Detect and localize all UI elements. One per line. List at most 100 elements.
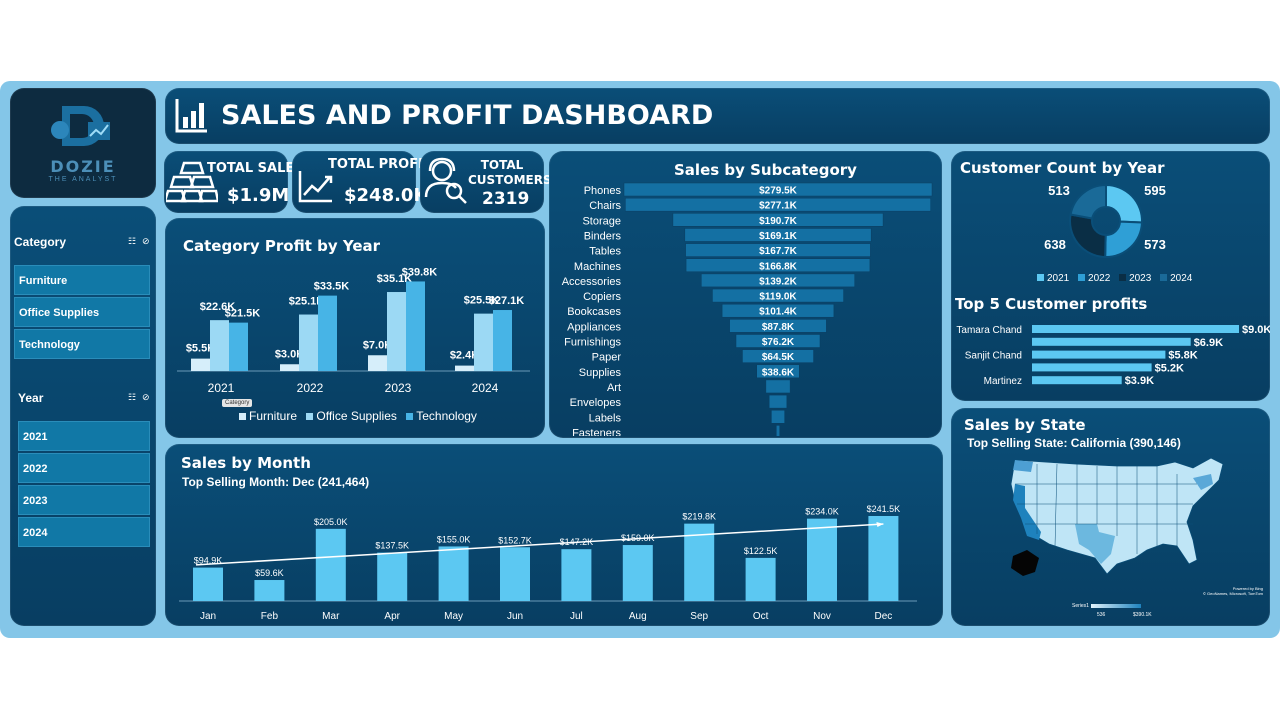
subcategory-label-chairs: Chairs (589, 200, 621, 212)
header-panel: SALES AND PROFIT DASHBOARD (165, 88, 1270, 144)
customer-name: Tamara Chand (956, 325, 1022, 336)
trend-chart-icon (298, 171, 333, 203)
bar-office-supplies-2023 (387, 292, 406, 371)
data-label: $39.8K (402, 266, 438, 278)
bar-may (438, 546, 469, 601)
kpi-profit-label: TOTAL PROFIT (328, 157, 432, 172)
legend-2024: 2024 (1170, 273, 1193, 284)
customer-search-icon (424, 157, 467, 204)
bar-technology-2023 (406, 281, 425, 371)
subcategory-title: Sales by Subcategory (674, 161, 857, 179)
logo-icon (51, 106, 110, 146)
legend-2022: 2022 (1088, 273, 1111, 284)
slicer-item-2023[interactable]: 2023 (18, 485, 150, 515)
map-legend-series: Series1 (1072, 603, 1089, 609)
subcategory-label-binders: Binders (584, 230, 622, 242)
map-attribution: Powered by Bing © GeoNames, Microsoft, T… (1203, 586, 1263, 596)
subcategory-label-storage: Storage (582, 215, 621, 227)
bar-feb (254, 580, 285, 601)
tick-label-apr: Apr (384, 611, 400, 622)
data-label: $137.5K (375, 541, 409, 551)
tick-label-mar: Mar (322, 611, 340, 622)
data-label-2021: 595 (1144, 183, 1166, 198)
multi-select-icon[interactable]: ☷ (128, 236, 136, 247)
bar-oct (745, 557, 776, 601)
bar-customer-3 (1032, 350, 1166, 359)
data-label: $87.8K (762, 322, 795, 333)
tick-label-oct: Oct (753, 611, 769, 622)
tick-label-jul: Jul (570, 611, 583, 622)
bar-furniture-2023 (368, 355, 387, 371)
trendline (195, 523, 884, 566)
kpi-sales-value: $1.9M (227, 185, 290, 206)
subcategory-label-bookcases: Bookcases (567, 306, 621, 318)
data-label: $155.0K (437, 534, 471, 544)
sales-by-month-panel: Sales by Month Top Selling Month: Dec (2… (165, 444, 943, 626)
data-label: $59.6K (255, 568, 284, 578)
slicer-item-2022[interactable]: 2022 (18, 453, 150, 483)
data-label: $3.9K (1125, 375, 1154, 387)
top-customers-title: Top 5 Customer profits (955, 295, 1148, 313)
tick-label-jan: Jan (200, 611, 216, 622)
data-label: $205.0K (314, 517, 348, 527)
clear-filter-icon[interactable]: ⊘ (142, 392, 150, 403)
data-label: $64.5K (762, 352, 795, 363)
legend-technology: Technology (416, 409, 477, 423)
bar-customer-1 (1032, 325, 1239, 333)
data-label: $76.2K (762, 337, 795, 348)
subcategory-label-copiers: Copiers (583, 291, 621, 303)
bar-jun (500, 547, 530, 601)
customer-count-title: Customer Count by Year (960, 159, 1165, 177)
tick-label-2024: 2024 (472, 381, 499, 395)
subcategory-chart: Phones $279.5K Chairs $277.1K Storage $190.7K… (562, 182, 933, 436)
bar-fasteners (776, 425, 780, 436)
data-label: $279.5K (759, 186, 798, 197)
subcategory-label-machines: Machines (574, 261, 622, 273)
slice-2023 (1069, 213, 1107, 259)
bar-aug (622, 545, 653, 601)
data-label: $166.8K (759, 261, 798, 272)
top-customers-chart: $9.0K Tamara Chand $6.9K$5.8K Sanjit Chand $… (956, 324, 1270, 387)
subcategory-label-appliances: Appliances (567, 321, 621, 333)
data-label: $101.4K (759, 307, 798, 318)
slicer-item-technology[interactable]: Technology (14, 329, 150, 359)
bar-furniture-2024 (455, 365, 474, 371)
data-label: $21.5K (225, 308, 261, 320)
subcategory-label-paper: Paper (592, 352, 622, 364)
bar-furniture-2022 (280, 364, 299, 371)
us-map (1010, 457, 1224, 576)
logo-tagline: THE ANALYST (48, 176, 118, 183)
subcategory-label-fasteners: Fasteners (572, 427, 621, 436)
legend-office-supplies: Office Supplies (316, 409, 397, 423)
bar-nov (807, 518, 837, 601)
slicer-item-2021[interactable]: 2021 (18, 421, 150, 451)
clear-filter-icon[interactable]: ⊘ (142, 236, 150, 247)
category-profit-legend: Furniture Office Supplies Technology (233, 409, 477, 423)
map-washington (1013, 460, 1033, 472)
data-label: $219.8K (682, 512, 716, 522)
sales-by-state-title: Sales by State (964, 416, 1086, 434)
tick-label-may: May (444, 611, 463, 622)
sales-by-month-chart: $94.9KJan$59.6KFeb$205.0KMar$137.5KApr$1… (179, 504, 917, 622)
tick-label-sep: Sep (690, 611, 708, 622)
kpi-total-profit: TOTAL PROFIT $248.0K (292, 151, 432, 213)
customer-count-legend: 2021 2022 2023 2024 (1031, 273, 1192, 284)
data-label: $6.9K (1194, 337, 1223, 349)
subcategory-label-labels: Labels (589, 412, 622, 424)
category-filter-chip[interactable]: Category (222, 399, 253, 407)
legend-2021: 2021 (1047, 273, 1070, 284)
data-label: $38.6K (762, 367, 795, 378)
legend-furniture: Furniture (249, 409, 298, 423)
data-label: $27.1K (489, 295, 525, 307)
tick-label-dec: Dec (875, 611, 893, 622)
map-alaska (1011, 550, 1039, 576)
map-legend-max: $390.1K (1133, 612, 1152, 618)
customer-name: Sanjit Chand (965, 351, 1022, 362)
slicer-item-office-supplies[interactable]: Office Supplies (14, 297, 150, 327)
subcategory-panel: Sales by Subcategory Phones $279.5K Chairs… (549, 151, 942, 438)
slicer-item-furniture[interactable]: Furniture (14, 265, 150, 295)
bar-dec (868, 516, 899, 601)
multi-select-icon[interactable]: ☷ (128, 392, 136, 403)
slicer-item-2024[interactable]: 2024 (18, 517, 150, 547)
data-label: $277.1K (759, 201, 798, 212)
